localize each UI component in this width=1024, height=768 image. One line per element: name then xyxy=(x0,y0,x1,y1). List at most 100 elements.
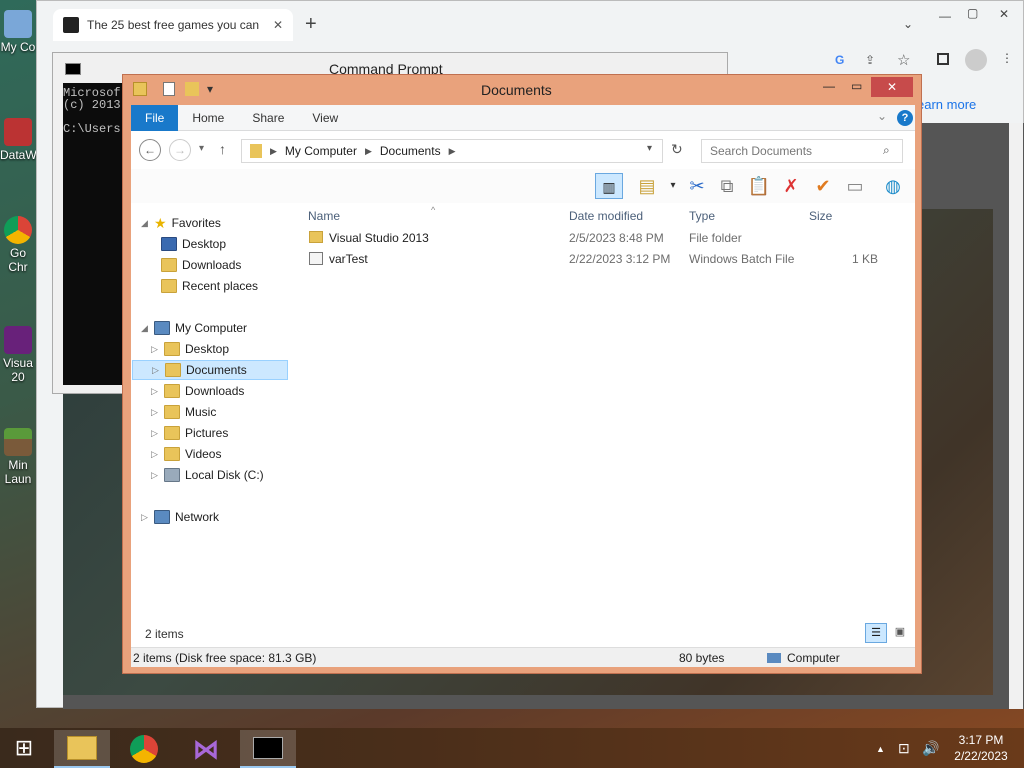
paste-icon[interactable]: 📋 xyxy=(745,173,773,199)
nav-pc-pictures[interactable]: ▷ Pictures xyxy=(151,423,228,443)
quick-access-dropdown-icon[interactable]: ▾ xyxy=(207,82,213,96)
desktop-icon-label: Min Laun xyxy=(4,458,32,486)
help-icon[interactable]: ? xyxy=(897,110,913,126)
browser-tab[interactable]: The 25 best free games you can ✕ xyxy=(53,9,293,41)
nav-label: Network xyxy=(175,510,220,524)
desktop-icon-dataw[interactable]: DataW xyxy=(0,118,36,178)
folder-icon xyxy=(309,231,323,243)
visual-studio-icon xyxy=(4,326,32,354)
column-date-modified[interactable]: Date modified xyxy=(569,203,643,229)
clock[interactable]: 3:17 PM 2/22/2023 xyxy=(948,732,1014,764)
folder-options-icon[interactable]: ▤ xyxy=(633,173,661,199)
nav-fav-desktop[interactable]: Desktop xyxy=(161,234,226,254)
globe-icon[interactable]: ◍ xyxy=(879,173,907,199)
desktop-icon-label: Go Chr xyxy=(8,246,28,274)
column-type[interactable]: Type xyxy=(689,203,715,229)
check-icon[interactable]: ✔ xyxy=(809,173,837,199)
nav-pc-videos[interactable]: ▷ Videos xyxy=(151,444,221,464)
status-bar: 2 items (Disk free space: 81.3 GB) 80 by… xyxy=(131,647,915,667)
taskbar-explorer[interactable] xyxy=(54,730,110,768)
column-name[interactable]: Name xyxy=(308,203,340,229)
tab-home[interactable]: Home xyxy=(178,105,238,131)
show-hidden-icons[interactable]: ▲ xyxy=(876,744,885,754)
network-tray-icon[interactable]: ⊡ xyxy=(898,740,910,757)
column-size[interactable]: Size xyxy=(809,203,832,229)
desktop-icon-visual-studio[interactable]: Visua 20 xyxy=(0,326,36,402)
nav-network[interactable]: ▷ Network xyxy=(141,507,219,527)
status-free-space: 2 items (Disk free space: 81.3 GB) xyxy=(133,651,317,665)
nav-fav-recent[interactable]: Recent places xyxy=(161,276,258,296)
batch-file-icon xyxy=(309,252,323,265)
nav-pc-downloads[interactable]: ▷ Downloads xyxy=(151,381,244,401)
nav-label: Music xyxy=(185,405,217,419)
menu-dots-icon[interactable]: ⋮ xyxy=(1001,51,1013,65)
close-icon[interactable]: ✕ xyxy=(999,7,1009,21)
address-bar[interactable]: ▶ My Computer ▶ Documents ▶ xyxy=(241,139,663,163)
taskbar-cmd[interactable] xyxy=(240,730,296,768)
chrome-icon xyxy=(130,735,158,763)
profile-avatar[interactable] xyxy=(965,49,987,71)
scrollbar[interactable] xyxy=(1009,123,1023,709)
cut-icon[interactable]: ✂ xyxy=(683,173,711,199)
rename-icon[interactable]: ▭ xyxy=(841,173,869,199)
nav-pc-desktop[interactable]: ▷ Desktop xyxy=(151,339,229,359)
share-icon[interactable]: ⇪ xyxy=(865,53,875,67)
tab-view[interactable]: View xyxy=(298,105,352,131)
nav-fav-downloads[interactable]: Downloads xyxy=(161,255,241,275)
explorer-titlebar[interactable]: ▾ Documents — ▭ ✕ xyxy=(123,75,921,105)
desktop-icon-label: Visua 20 xyxy=(3,356,33,384)
minimize-icon[interactable]: — xyxy=(823,79,835,93)
taskbar-chrome[interactable] xyxy=(116,730,172,768)
volume-icon[interactable]: 🔊 xyxy=(922,740,939,757)
folder-icon xyxy=(164,384,180,398)
maximize-icon[interactable]: ▭ xyxy=(851,79,862,93)
breadcrumb-documents[interactable]: Documents xyxy=(380,144,441,158)
delete-icon[interactable]: ✗ xyxy=(777,173,805,199)
search-input[interactable]: Search Documents xyxy=(701,139,903,163)
recent-locations-icon[interactable]: ▾ xyxy=(199,143,204,154)
details-view-icon[interactable]: ☰ xyxy=(865,623,887,643)
minimize-icon[interactable]: — xyxy=(939,9,951,23)
close-button[interactable]: ✕ xyxy=(871,77,913,97)
properties-icon[interactable] xyxy=(163,82,175,96)
nav-pc-music[interactable]: ▷ Music xyxy=(151,402,216,422)
tab-search-icon[interactable]: ⌄ xyxy=(903,17,913,31)
start-button[interactable]: ⊞ xyxy=(10,736,38,760)
file-type: File folder xyxy=(689,231,742,245)
back-button[interactable]: ← xyxy=(139,139,161,161)
nav-pc-local-disk[interactable]: ▷ Local Disk (C:) xyxy=(151,465,264,485)
new-tab-button[interactable]: + xyxy=(305,13,317,36)
nav-favorites[interactable]: ◢ ★ Favorites xyxy=(141,213,221,233)
close-tab-icon[interactable]: ✕ xyxy=(273,18,283,32)
maximize-icon[interactable]: ▢ xyxy=(967,6,978,20)
taskbar-visual-studio[interactable]: ⋈ xyxy=(178,730,234,768)
refresh-icon[interactable]: ↻ xyxy=(671,141,683,158)
tab-file[interactable]: File xyxy=(131,105,179,131)
status-size: 80 bytes xyxy=(679,651,725,665)
learn-more-link[interactable]: earn more xyxy=(917,97,976,112)
up-button[interactable]: ↑ xyxy=(219,141,226,157)
expand-icon: ▷ xyxy=(151,407,158,417)
nav-my-computer[interactable]: ◢ My Computer xyxy=(141,318,247,338)
item-count: 2 items xyxy=(145,627,184,641)
desktop-icon-my-computer[interactable]: My Co xyxy=(0,10,36,74)
address-dropdown-icon[interactable]: ▾ xyxy=(647,143,652,154)
file-row[interactable]: Visual Studio 2013 2/5/2023 8:48 PM File… xyxy=(307,228,907,248)
desktop-icon-minecraft[interactable]: Min Laun xyxy=(0,428,36,508)
minecraft-icon xyxy=(4,428,32,456)
preview-pane-icon[interactable]: ▥ xyxy=(595,173,623,199)
google-icon[interactable]: G xyxy=(835,53,844,67)
tab-share[interactable]: Share xyxy=(238,105,298,131)
large-icons-view-icon[interactable]: ▣ xyxy=(889,623,911,643)
breadcrumb-my-computer[interactable]: My Computer xyxy=(285,144,357,158)
copy-icon[interactable]: ⧉ xyxy=(713,173,741,199)
expand-icon: ▷ xyxy=(151,386,158,396)
desktop-icon-chrome[interactable]: Go Chr xyxy=(0,216,36,296)
side-panel-icon[interactable] xyxy=(937,53,949,65)
file-row[interactable]: varTest 2/22/2023 3:12 PM Windows Batch … xyxy=(307,249,907,269)
forward-button[interactable]: → xyxy=(169,139,191,161)
bookmark-star-icon[interactable]: ☆ xyxy=(897,51,910,69)
new-folder-icon[interactable] xyxy=(185,82,199,96)
nav-pc-documents[interactable]: ▷ Documents xyxy=(132,360,288,380)
ribbon-expand-icon[interactable]: ⌄ xyxy=(877,109,887,123)
